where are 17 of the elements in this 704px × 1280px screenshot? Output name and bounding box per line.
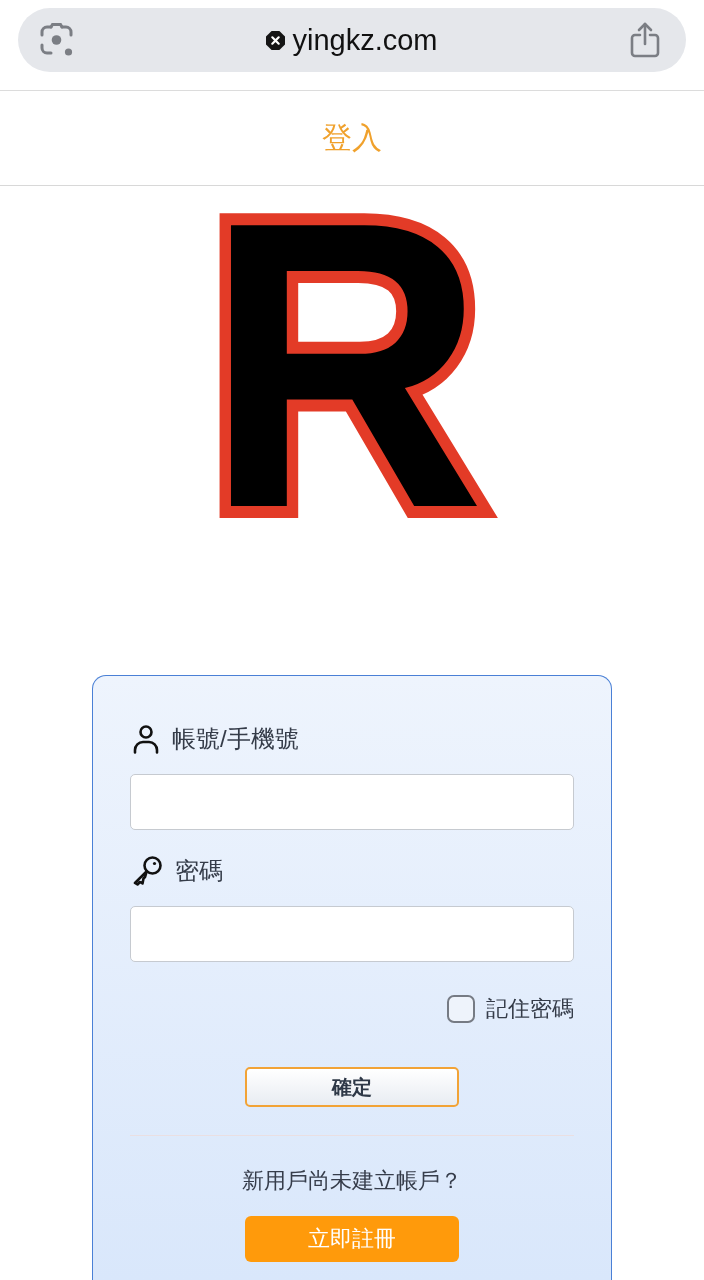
- visual-search-icon[interactable]: [40, 23, 74, 57]
- logo: R: [216, 208, 499, 525]
- checkbox[interactable]: [447, 995, 475, 1023]
- input-field[interactable]: [130, 906, 574, 962]
- confirm-button[interactable]: 確定: [245, 1067, 459, 1107]
- url-text: yingkz.com: [292, 23, 438, 57]
- checkbox-label: 記住密碼: [486, 995, 574, 1023]
- input-field[interactable]: [130, 774, 574, 830]
- field-label: 帳號/手機號: [172, 724, 299, 754]
- key-icon: [133, 856, 162, 886]
- user-icon: [133, 724, 159, 754]
- address-bar[interactable]: yingkz.com: [18, 8, 686, 72]
- page-title: 登入: [322, 120, 382, 156]
- field-label: 密碼: [175, 856, 223, 886]
- share-icon[interactable]: [630, 22, 660, 58]
- signup-prompt: 新用戶尚未建立帳戶？: [242, 1168, 462, 1193]
- blocked-icon: [266, 30, 286, 50]
